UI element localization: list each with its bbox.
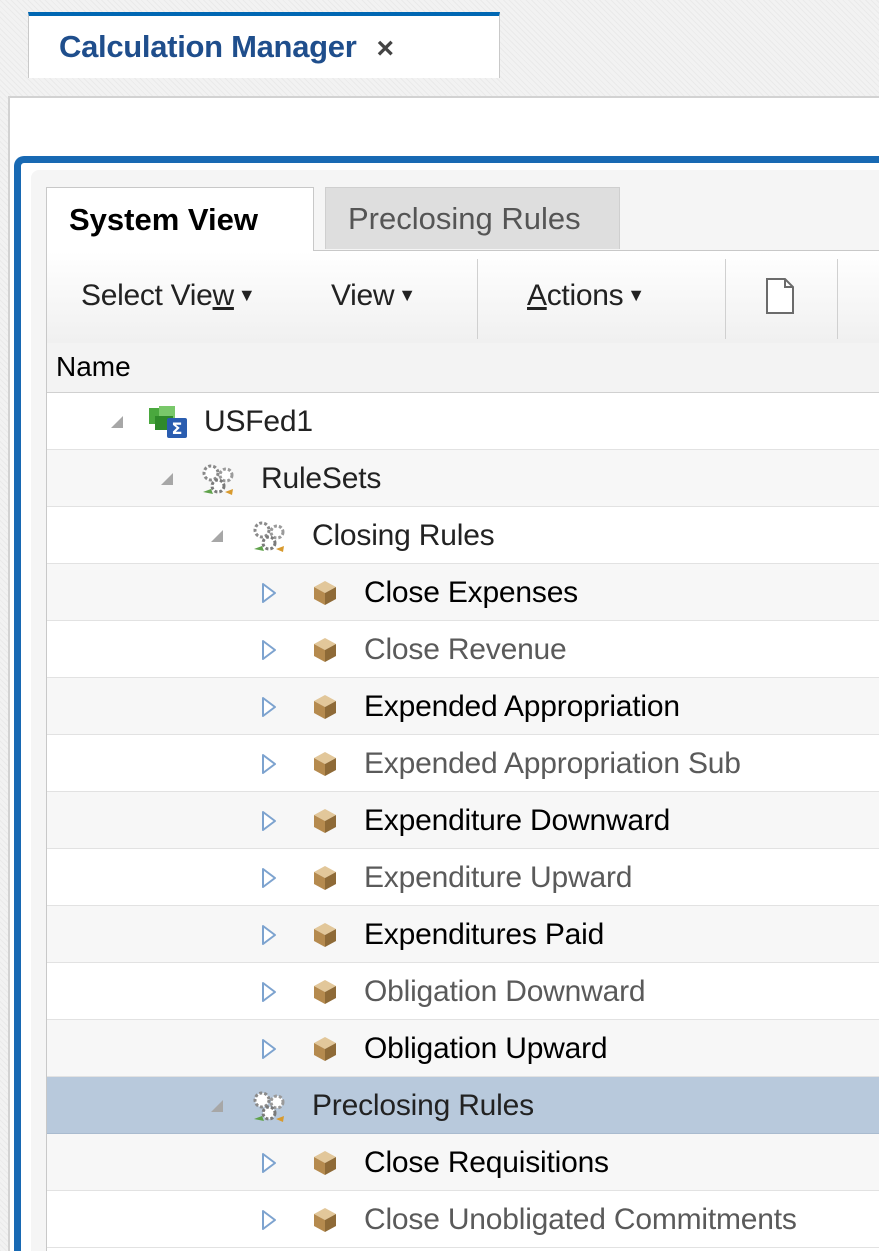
expand-triangle-icon[interactable] (261, 735, 277, 792)
tree-row[interactable]: Close Requisitions (47, 1134, 879, 1191)
rule-cube-icon (312, 1191, 338, 1248)
rule-cube-icon (312, 621, 338, 678)
tree-row[interactable]: Expenditure Downward (47, 792, 879, 849)
view-menu[interactable]: View ▼ (331, 279, 416, 313)
application-cube-icon: Σ (147, 393, 191, 450)
new-document-icon[interactable] (765, 277, 795, 315)
collapse-triangle-icon[interactable] (210, 1077, 224, 1134)
select-view-mnemonic: w (212, 279, 235, 312)
collapse-triangle-icon[interactable] (210, 507, 224, 564)
tab-system-view[interactable]: System View (46, 187, 314, 251)
tree: Σ USFed1 RuleSets Closing Rules Close Expens… (47, 393, 879, 1248)
tree-row[interactable]: Closing Rules (47, 507, 879, 564)
select-view-label: Select Vie (81, 279, 213, 312)
tab-preclosing-rules-label: Preclosing Rules (348, 200, 581, 236)
chevron-down-icon: ▼ (237, 285, 256, 305)
tree-row-label: Closing Rules (312, 519, 495, 552)
expand-triangle-icon[interactable] (261, 1020, 277, 1077)
view-menu-label: View (331, 279, 395, 312)
rule-cube-icon (312, 849, 338, 906)
actions-mnemonic: A (527, 279, 547, 312)
tree-row-label: Close Unobligated Commitments (364, 1203, 797, 1236)
rule-cube-icon (312, 1134, 338, 1191)
ruleset-gears-icon (250, 1077, 290, 1134)
tree-row[interactable]: Close Expenses (47, 564, 879, 621)
ruleset-gears-icon (199, 450, 239, 507)
document-tab-title: Calculation Manager (59, 29, 357, 64)
tree-row-label: RuleSets (261, 462, 382, 495)
tree-row[interactable]: Expended Appropriation Sub (47, 735, 879, 792)
actions-menu-label: ctions (546, 279, 624, 312)
expand-triangle-icon[interactable] (261, 906, 277, 963)
tree-row[interactable]: Obligation Downward (47, 963, 879, 1020)
actions-menu[interactable]: Actions ▼ (527, 279, 645, 313)
system-view-panel: Select View ▼ View ▼ Actions ▼ Name Σ USFed1… (46, 250, 879, 1251)
toolbar-divider (725, 259, 726, 339)
tree-row[interactable]: Obligation Upward (47, 1020, 879, 1077)
select-view-menu[interactable]: Select View ▼ (81, 279, 256, 313)
tree-row-label: Obligation Downward (364, 975, 646, 1008)
tree-row[interactable]: Close Revenue (47, 621, 879, 678)
document-tab[interactable]: Calculation Manager × (28, 12, 500, 78)
tree-row[interactable]: Close Unobligated Commitments (47, 1191, 879, 1248)
rule-cube-icon (312, 792, 338, 849)
expand-triangle-icon[interactable] (261, 621, 277, 678)
toolbar-divider (837, 259, 838, 339)
rule-cube-icon (312, 678, 338, 735)
toolbar-divider (477, 259, 478, 339)
collapse-triangle-icon[interactable] (160, 450, 174, 507)
tree-row-label: Close Expenses (364, 576, 578, 609)
toolbar: Select View ▼ View ▼ Actions ▼ (47, 251, 879, 344)
tab-preclosing-rules[interactable]: Preclosing Rules (325, 187, 620, 249)
tree-row[interactable]: Σ USFed1 (47, 393, 879, 450)
expand-triangle-icon[interactable] (261, 678, 277, 735)
svg-text:Σ: Σ (172, 419, 183, 438)
tree-row-label: Close Revenue (364, 633, 567, 666)
tree-row-label: Preclosing Rules (312, 1089, 534, 1122)
tree-row-label: Close Requisitions (364, 1146, 609, 1179)
tree-row[interactable]: RuleSets (47, 450, 879, 507)
tree-row[interactable]: Expended Appropriation (47, 678, 879, 735)
expand-triangle-icon[interactable] (261, 792, 277, 849)
chevron-down-icon: ▼ (398, 285, 416, 305)
tab-system-view-label: System View (69, 201, 258, 237)
ruleset-gears-icon (250, 507, 290, 564)
tree-row-label: Obligation Upward (364, 1032, 608, 1065)
expand-triangle-icon[interactable] (261, 1134, 277, 1191)
tree-row-label: Expenditures Paid (364, 918, 605, 951)
tree-row-label: Expended Appropriation Sub (364, 747, 741, 780)
tree-row[interactable]: Expenditure Upward (47, 849, 879, 906)
tree-row-label: USFed1 (204, 405, 313, 438)
rule-cube-icon (312, 906, 338, 963)
rule-cube-icon (312, 564, 338, 621)
rule-cube-icon (312, 735, 338, 792)
tree-row-label: Expended Appropriation (364, 690, 680, 723)
rule-cube-icon (312, 963, 338, 1020)
collapse-triangle-icon[interactable] (110, 393, 124, 450)
expand-triangle-icon[interactable] (261, 1191, 277, 1248)
expand-triangle-icon[interactable] (261, 564, 277, 621)
tree-row-label: Expenditure Upward (364, 861, 633, 894)
expand-triangle-icon[interactable] (261, 963, 277, 1020)
column-header-name[interactable]: Name (47, 343, 879, 393)
tree-row-label: Expenditure Downward (364, 804, 671, 837)
chevron-down-icon: ▼ (627, 285, 645, 305)
tree-row[interactable]: Expenditures Paid (47, 906, 879, 963)
close-icon[interactable]: × (376, 32, 394, 66)
tree-row[interactable]: Preclosing Rules (47, 1077, 879, 1134)
column-header-label: Name (56, 351, 131, 382)
rule-cube-icon (312, 1020, 338, 1077)
expand-triangle-icon[interactable] (261, 849, 277, 906)
